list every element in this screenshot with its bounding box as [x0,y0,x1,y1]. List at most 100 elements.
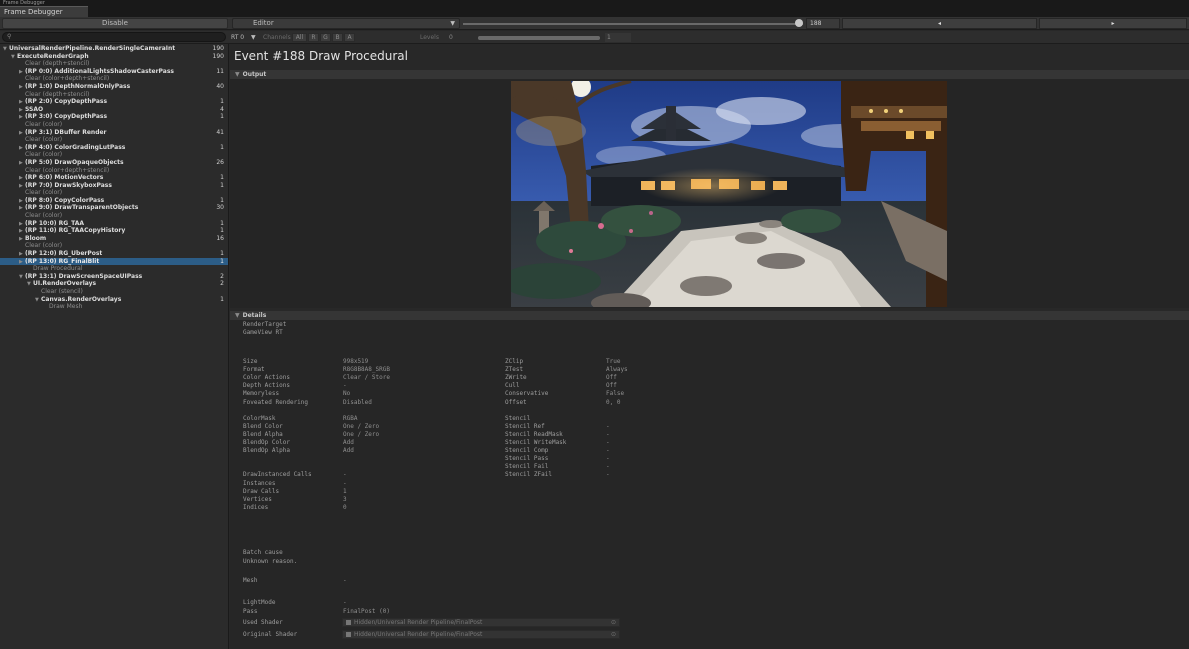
previous-event-button[interactable]: ◂ [842,18,1037,29]
details-section-header[interactable]: ▼ Details [230,311,1189,320]
channel-all-button[interactable]: All [292,33,307,42]
tree-item[interactable]: ▼ UniversalRenderPipeline.RenderSingleCam… [0,45,228,53]
channel-a-button[interactable]: A [344,33,355,42]
tree-item[interactable]: Clear (depth+stencil) [0,60,228,68]
pass-value: FinalPost (0) [343,608,390,615]
tree-item[interactable]: ▶ (RP 13:0) RG_FinalBlit 1 [0,257,228,266]
state-label: Stencil Pass [505,455,549,463]
tree-item[interactable]: ▶ (RP 7:0) DrawSkyboxPass 1 [0,182,228,190]
tree-item[interactable]: ▶ (RP 1:0) DepthNormalOnlyPass 40 [0,83,228,91]
state-label: Depth Actions [243,382,290,390]
tree-item[interactable]: Draw Mesh [0,303,228,311]
levels-min-field[interactable]: 0 [449,33,453,42]
state-value: RGBA [343,414,358,422]
event-slider-knob[interactable] [795,19,803,27]
tree-item[interactable]: ▼ ExecuteRenderGraph 190 [0,53,228,61]
tree-item[interactable]: ▶ (RP 5:0) DrawOpaqueObjects 26 [0,159,228,167]
tree-item[interactable]: Clear (color) [0,136,228,144]
tree-item[interactable]: Clear (color) [0,151,228,159]
tree-item[interactable]: Clear (stencil) [0,288,228,296]
state-value: One / Zero [343,422,380,430]
tree-item[interactable]: ▶ Bloom 16 [0,235,228,243]
object-picker-icon[interactable]: ⊙ [611,619,616,627]
tree-item[interactable]: ▶ (RP 4:0) ColorGradingLutPass 1 [0,144,228,152]
search-input[interactable]: ⚲ [2,32,226,42]
render-target-value: GameView RT [243,329,283,336]
tree-item[interactable]: Clear (depth+stencil) [0,91,228,99]
tree-item-count: 1 [220,181,224,189]
tree-item-count: 1 [220,98,224,106]
tree-item[interactable]: ▶ (RP 3:1) DBuffer Render 41 [0,129,228,137]
channel-r-button[interactable]: R [308,33,319,42]
mesh-value: - [343,577,347,584]
state-label: Blend Alpha [243,430,283,438]
state-label: ColorMask [243,414,276,422]
tree-item[interactable]: ▶ (RP 3:0) CopyDepthPass 1 [0,113,228,121]
tree-item-label: Clear (depth+stencil) [25,60,90,68]
state-value: False [606,390,625,398]
tree-item[interactable]: Clear (color+depth+stencil) [0,75,228,83]
state-label: Memoryless [243,390,280,398]
tab-frame-debugger[interactable]: Frame Debugger [0,6,88,17]
output-section-label: Output [242,71,267,78]
tree-item[interactable]: Clear (color) [0,189,228,197]
render-target-label: RenderTarget [243,321,287,328]
tree-item[interactable]: ▶ SSAO 4 [0,106,228,114]
event-slider-track[interactable] [463,23,803,25]
levels-max-field[interactable]: 1 [605,33,631,42]
tree-item-count: 2 [220,272,224,280]
state-value: Clear / Store [343,374,390,382]
next-event-button[interactable]: ▸ [1039,18,1187,29]
tree-item[interactable]: ▶ (RP 2:0) CopyDepthPass 1 [0,98,228,106]
tree-item[interactable]: ▼ UI.RenderOverlays 2 [0,280,228,288]
disable-button[interactable]: Disable [2,18,228,29]
original-shader-field[interactable]: Hidden/Universal Render Pipeline/FinalPo… [342,630,620,639]
state-value: 998x519 [343,358,369,365]
state-value: - [606,422,610,430]
object-picker-icon[interactable]: ⊙ [611,631,616,639]
channels-label: Channels [263,34,291,41]
channel-b-button[interactable]: B [332,33,343,42]
levels-slider[interactable] [478,36,600,40]
chevron-down-icon[interactable]: ▼ [251,33,256,42]
tree-item[interactable]: ▶ (RP 8:0) CopyColorPass 1 [0,197,228,205]
event-details-panel: Event #188 Draw Procedural ▼ Output ▼ De… [230,44,1189,649]
output-section-header[interactable]: ▼ Output [230,70,1189,79]
levels-label: Levels [420,34,439,41]
state-label: Color Actions [243,374,290,382]
state-label: DrawInstanced Calls [243,471,312,479]
tree-item-label: Clear (color) [25,136,63,144]
tree-item[interactable]: ▶ (RP 12:0) RG_UberPost 1 [0,250,228,258]
target-dropdown[interactable]: Editor ▼ [232,18,460,29]
tree-item-label: (RP 3:1) DBuffer Render [25,128,107,136]
lightmode-label: LightMode [243,599,276,606]
tree-item-label: (RP 2:0) CopyDepthPass [25,98,108,106]
tree-item-label: (RP 4:0) ColorGradingLutPass [25,143,126,151]
tree-item[interactable]: ▶ (RP 6:0) MotionVectors 1 [0,174,228,182]
state-value: Disabled [343,398,372,406]
tree-item-count: 1 [220,143,224,151]
tree-item[interactable]: ▶ (RP 9:0) DrawTransparentObjects 30 [0,204,228,212]
event-index-field[interactable]: 188 [806,18,840,29]
tree-item[interactable]: ▼ Canvas.RenderOverlays 1 [0,296,228,304]
tree-item[interactable]: Draw Procedural [0,265,228,273]
tree-item[interactable]: ▼ (RP 13:1) DrawScreenSpaceUIPass 2 [0,273,228,281]
tree-item-label: (RP 1:0) DepthNormalOnlyPass [25,82,131,90]
tree-item-label: UniversalRenderPipeline.RenderSingleCame… [9,45,176,52]
details-section-label: Details [242,312,267,319]
tree-item[interactable]: Clear (color+depth+stencil) [0,167,228,175]
tree-item[interactable]: Clear (color) [0,121,228,129]
used-shader-field[interactable]: Hidden/Universal Render Pipeline/FinalPo… [342,618,620,627]
tree-item-count: 26 [216,158,224,166]
original-shader-label: Original Shader [243,631,298,638]
tree-item[interactable]: ▶ (RP 11:0) RG_TAACopyHistory 1 [0,227,228,235]
tree-item[interactable]: ▶ (RP 0:0) AdditionalLightsShadowCasterPa… [0,68,228,76]
channel-g-button[interactable]: G [320,33,331,42]
state-label: Blend Color [243,422,283,430]
tree-item[interactable]: ▶ (RP 10:0) RG_TAA 1 [0,220,228,228]
state-value: 0, 0 [606,398,621,406]
scene-render-image [511,81,947,307]
render-target-selector[interactable]: RT 0 [231,33,244,42]
tree-item[interactable]: Clear (color) [0,212,228,220]
tree-item[interactable]: Clear (color) [0,242,228,250]
